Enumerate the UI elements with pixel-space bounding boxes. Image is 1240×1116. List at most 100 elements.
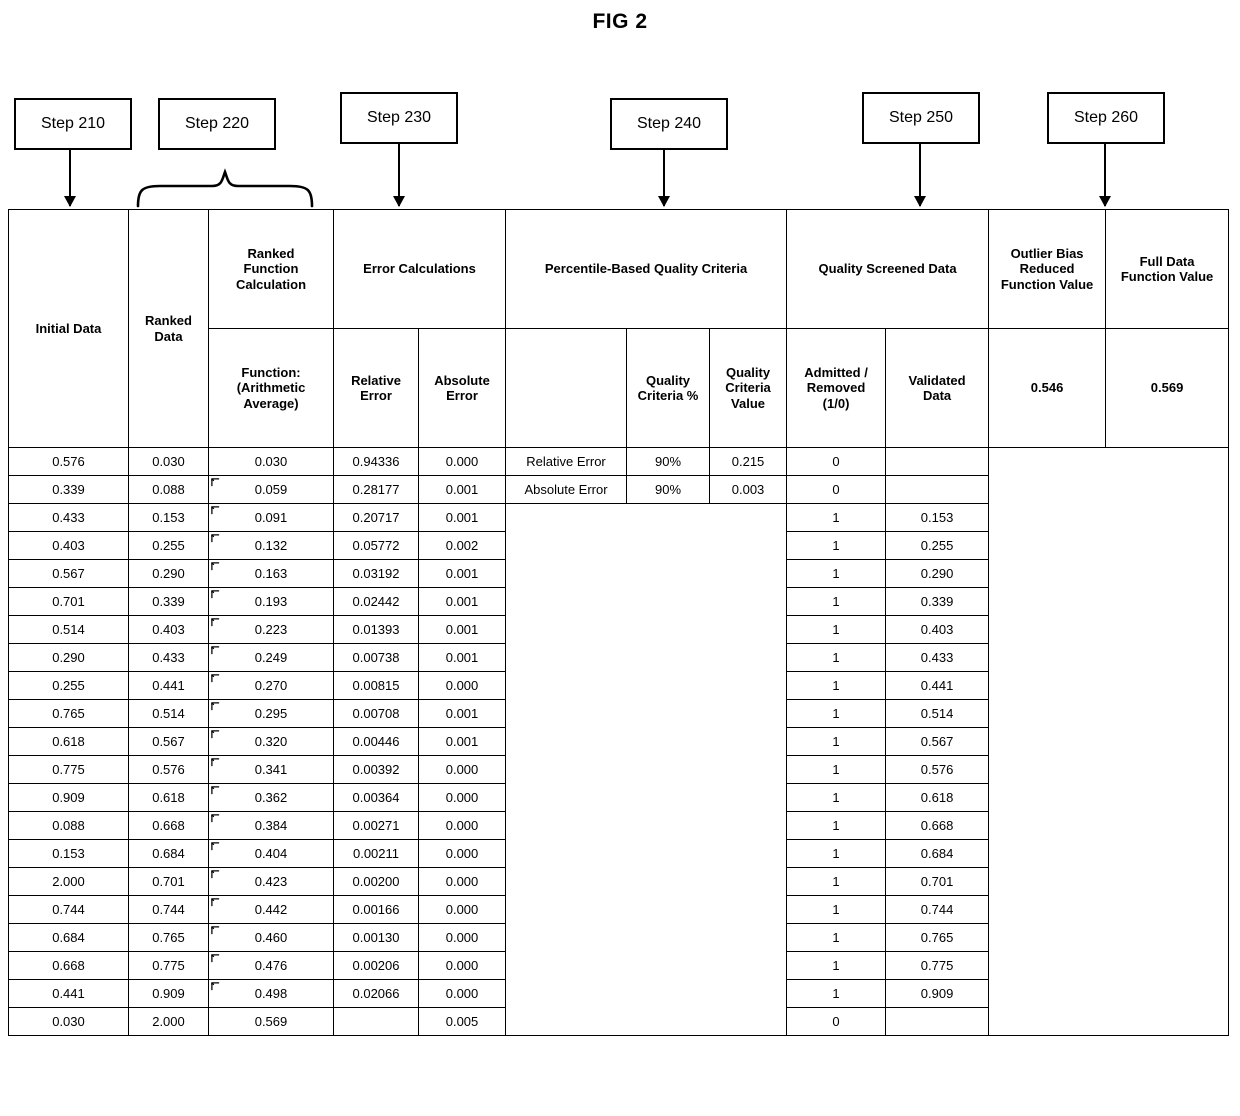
rank-tick-icon [211,898,220,907]
step-box-250: Step 250 [862,92,980,144]
cell-function-value: 0.132 [208,531,334,560]
cell-admitted-removed: 1 [786,979,887,1008]
cell-validated-data: 0.701 [885,867,990,896]
cell-function-value: 0.091 [208,503,334,532]
step-arrow-250 [914,144,926,207]
cell-criteria-name: Relative Error [505,447,628,476]
cell-criteria-name: Absolute Error [505,475,628,504]
cell-function-text: 0.223 [254,621,288,637]
cell-validated-data: 0.153 [885,503,990,532]
step-label: Step 210 [40,115,106,132]
cell-function-text: 0.341 [254,761,288,777]
cell-validated-data: 0.684 [885,839,990,868]
empty-criteria-zone [505,503,788,1036]
cell-validated-data: 0.775 [885,951,990,980]
cell-initial-data: 0.775 [8,755,129,784]
cell-absolute-error: 0.000 [417,979,507,1008]
header-absolute-error: Absolute Error [417,328,507,448]
cell-admitted-removed: 1 [786,811,887,840]
cell-initial-data: 0.290 [8,643,129,672]
cell-function-text: 0.270 [254,677,288,693]
cell-function-text: 0.423 [254,873,288,889]
step-label: Step 230 [366,109,432,126]
cell-absolute-error: 0.001 [417,503,507,532]
cell-ranked-data: 0.701 [128,867,209,896]
step-arrow-210 [64,150,76,207]
cell-admitted-removed: 1 [786,503,887,532]
cell-ranked-data: 0.403 [128,615,209,644]
cell-ranked-data: 0.668 [128,811,209,840]
cell-relative-error: 0.00815 [333,671,419,700]
header-outlier-bias-reduced-function-value: Outlier Bias Reduced Function Value [988,209,1107,329]
cell-ranked-data: 0.030 [128,447,209,476]
cell-relative-error: 0.00130 [333,923,419,952]
cell-absolute-error: 0.000 [417,671,507,700]
header-function-arithmetic-average: Function: (Arithmetic Average) [208,328,334,448]
value-outlier-bias-reduced-function-value: 0.546 [988,328,1107,448]
cell-function-value: 0.270 [208,671,334,700]
step-arrow-240 [658,150,670,207]
cell-function-value: 0.476 [208,951,334,980]
cell-admitted-removed: 1 [786,615,887,644]
cell-function-text: 0.476 [254,957,288,973]
cell-validated-data: 0.403 [885,615,990,644]
rank-tick-icon [211,954,220,963]
cell-initial-data: 0.403 [8,531,129,560]
cell-function-value: 0.249 [208,643,334,672]
step-label: Step 250 [888,109,954,126]
cell-function-value: 0.460 [208,923,334,952]
cell-admitted-removed: 1 [786,587,887,616]
cell-absolute-error: 0.000 [417,895,507,924]
cell-ranked-data: 0.153 [128,503,209,532]
cell-relative-error: 0.00206 [333,951,419,980]
cell-admitted-removed: 1 [786,923,887,952]
cell-admitted-removed: 1 [786,783,887,812]
cell-relative-error: 0.00200 [333,867,419,896]
cell-function-text: 0.193 [254,593,288,609]
step-arrow-230 [393,144,405,207]
header-quality-criteria-value: Quality Criteria Value [709,328,788,448]
cell-initial-data: 0.030 [8,1007,129,1036]
cell-criteria-value: 0.003 [709,475,788,504]
rank-tick-icon [211,590,220,599]
value-full-data-function-value: 0.569 [1105,328,1230,448]
cell-absolute-error: 0.000 [417,923,507,952]
rank-tick-icon [211,786,220,795]
cell-initial-data: 0.765 [8,699,129,728]
cell-admitted-removed: 1 [786,531,887,560]
rank-tick-icon [211,730,220,739]
rank-tick-icon [211,618,220,627]
cell-function-value: 0.341 [208,755,334,784]
step-box-260: Step 260 [1047,92,1165,144]
cell-initial-data: 0.088 [8,811,129,840]
cell-function-value: 0.163 [208,559,334,588]
step-brace-220 [136,168,314,208]
cell-validated-data: 0.433 [885,643,990,672]
cell-absolute-error: 0.001 [417,643,507,672]
cell-absolute-error: 0.002 [417,531,507,560]
cell-function-value: 0.362 [208,783,334,812]
figure-title: FIG 2 [592,10,648,33]
cell-criteria-value: 0.215 [709,447,788,476]
cell-ranked-data: 0.576 [128,755,209,784]
cell-initial-data: 0.255 [8,671,129,700]
rank-tick-icon [211,562,220,571]
cell-absolute-error: 0.000 [417,755,507,784]
cell-function-text: 0.498 [254,985,288,1001]
cell-admitted-removed: 1 [786,727,887,756]
cell-function-value: 0.193 [208,587,334,616]
rank-tick-icon [211,842,220,851]
cell-validated-data [885,1007,990,1036]
cell-function-value: 0.223 [208,615,334,644]
rank-tick-icon [211,758,220,767]
cell-admitted-removed: 1 [786,895,887,924]
cell-validated-data: 0.567 [885,727,990,756]
cell-validated-data: 0.255 [885,531,990,560]
rank-tick-icon [211,478,220,487]
rank-tick-icon [211,814,220,823]
header-row-top: Initial Data Ranked Data Ranked Function Ca… [8,209,1230,448]
cell-relative-error: 0.00364 [333,783,419,812]
cell-initial-data: 0.514 [8,615,129,644]
step-box-210: Step 210 [14,98,132,150]
cell-relative-error: 0.05772 [333,531,419,560]
